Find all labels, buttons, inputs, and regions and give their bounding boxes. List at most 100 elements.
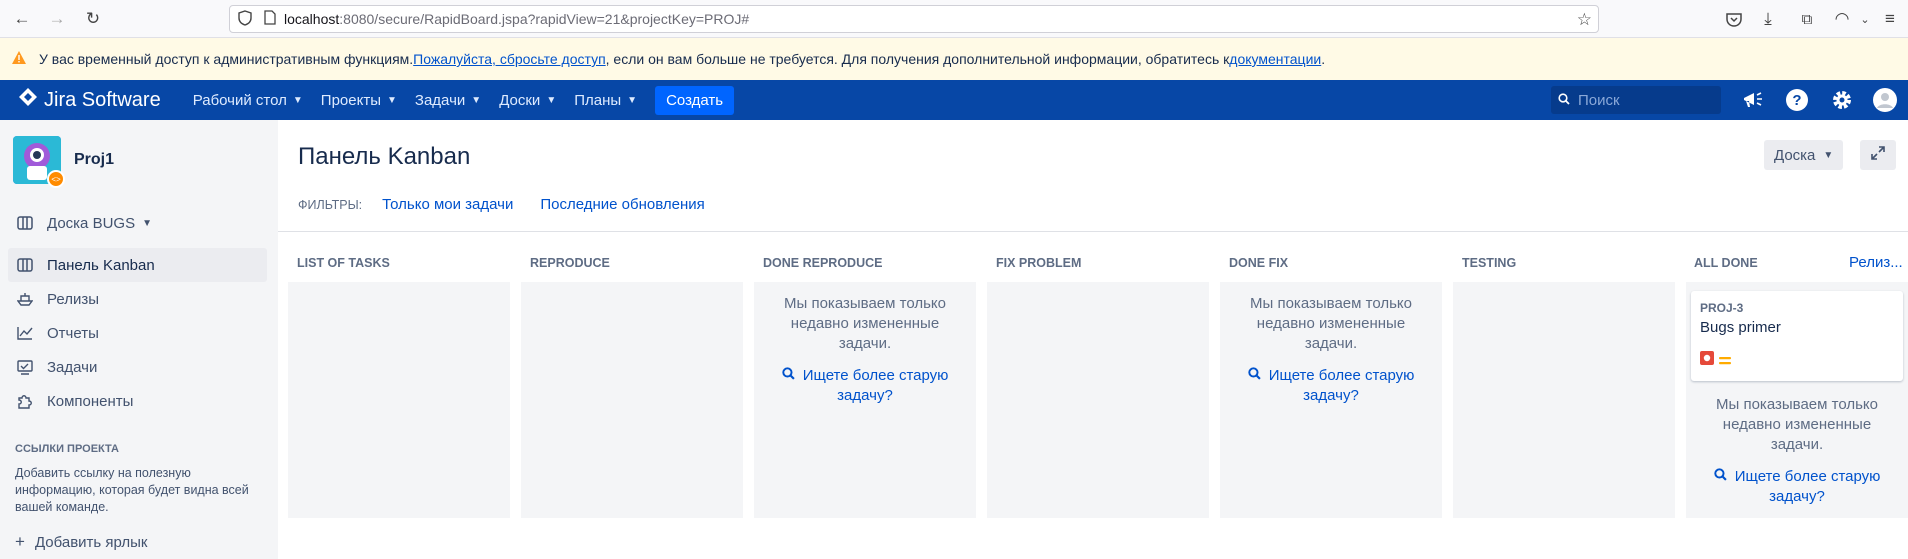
sidebar-item-kanban-board[interactable]: Панель Kanban [8,248,267,282]
issue-card[interactable]: PROJ-3 Bugs primer [1691,291,1903,381]
nav-label: Доски [499,91,541,109]
chevron-down-icon[interactable]: ⌄ [1855,9,1875,29]
download-icon[interactable]: ⤓ [1758,9,1778,29]
older-issues-link[interactable]: Ищете более старую задачу? [754,366,976,406]
board-menu-label: Доска [1774,146,1816,164]
banner-text-after: . [1321,51,1326,67]
board-selector-label: Доска BUGS [47,214,136,232]
nav-plans[interactable]: Планы ▼ [574,92,637,109]
jira-logo[interactable]: Jira Software [18,87,161,113]
older-issues-link[interactable]: Ищете более старую задачу? [1220,366,1442,406]
filter-recently-updated[interactable]: Последние обновления [540,196,704,213]
nav-label: Планы [574,91,622,109]
project-links-description: Добавить ссылку на полезную информацию, … [15,466,249,514]
jira-header: Jira Software Рабочий стол ▼ Проекты ▼ Зад… [0,80,1908,120]
nav-label: Рабочий стол [192,91,287,109]
admin-warning-banner: У вас временный доступ к административны… [0,38,1908,80]
column-done-fix: Мы показываем только недавно измененные … [1220,282,1442,518]
shield-icon [238,9,252,29]
column-list-of-tasks [288,282,510,518]
documentation-link[interactable]: документации [1229,51,1321,67]
board-icon [15,258,35,272]
older-issues-label: Ищете более старую задачу? [1268,367,1415,404]
sidebar-item-reports[interactable]: Отчеты [8,316,267,350]
browser-toolbar: ← → ↻ localhost:8080/secure/RapidBoard.j… [0,0,1908,38]
bookmark-star-icon[interactable]: ☆ [1577,10,1592,30]
add-shortcut-button[interactable]: + Добавить ярлык [15,532,147,552]
sidebar-item-releases[interactable]: Релизы [8,282,267,316]
user-avatar-icon[interactable] [1873,88,1897,112]
project-name: Proj1 [74,151,115,168]
board-main: Панель Kanban Доска ▼ ФИЛЬТРЫ: Только мо… [278,120,1908,559]
chevron-down-icon: ▼ [546,94,557,106]
settings-gear-icon[interactable] [1830,88,1854,112]
filter-only-my-issues[interactable]: Только мои задачи [382,196,513,213]
board-menu-button[interactable]: Доска ▼ [1764,140,1844,170]
project-links-title: ССЫЛКИ ПРОЕКТА [15,443,120,455]
sidebar-item-issues[interactable]: Задачи [8,350,267,384]
nav-projects[interactable]: Проекты ▼ [321,92,397,109]
back-icon[interactable]: ← [12,9,32,29]
chart-icon [15,326,35,340]
sidebar-item-components[interactable]: Компоненты [8,384,267,418]
pocket-icon[interactable] [1724,9,1744,29]
sidebar-item-label: Компоненты [47,392,134,410]
column-done-reproduce: Мы показываем только недавно измененные … [754,282,976,518]
chevron-down-icon: ▼ [627,94,638,106]
column-all-done: PROJ-3 Bugs primer Мы показываем только … [1686,282,1908,518]
column-header-list-of-tasks: LIST OF TASKS [297,256,390,270]
warning-icon [12,51,26,67]
sidebar-item-label: Панель Kanban [47,256,155,274]
add-shortcut-label: Добавить ярлык [34,533,148,551]
column-fix-problem [987,282,1209,518]
column-header-testing: TESTING [1462,256,1517,270]
chevron-down-icon: ▼ [142,217,152,229]
older-issues-link[interactable]: Ищете более старую задачу? [1686,467,1908,507]
nav-label: Проекты [320,91,381,109]
sidebar-item-label: Релизы [47,290,99,308]
priority-medium-icon [1719,353,1731,371]
nav-label: Задачи [414,91,466,109]
search-placeholder: Поиск [1578,91,1620,109]
column-reproduce [521,282,743,518]
drop-access-link[interactable]: Пожалуйста, сбросьте доступ [413,51,605,67]
chevron-down-icon: ▼ [1823,149,1834,161]
issues-icon [15,359,35,375]
menu-icon[interactable]: ≡ [1880,9,1900,29]
url-text: localhost:8080/secure/RapidBoard.jspa?ra… [284,11,750,27]
logo-text: Jira Software [44,88,161,111]
forward-icon[interactable]: → [47,9,67,29]
nav-boards[interactable]: Доски ▼ [499,92,556,109]
column-header-all-done: ALL DONE [1694,256,1758,270]
megaphone-icon[interactable] [1741,88,1765,112]
extensions-icon[interactable]: ⧉ [1797,9,1817,29]
chevron-down-icon: ▼ [387,94,397,106]
page-icon [264,10,276,28]
issue-key: PROJ-3 [1700,301,1744,315]
create-button[interactable]: Создать [655,85,735,115]
project-header[interactable]: <> Proj1 [13,136,115,188]
older-issues-label: Ищете более старую задачу? [802,367,949,404]
help-icon[interactable]: ? [1785,88,1809,112]
release-link[interactable]: Релиз... [1849,254,1903,271]
search-icon [1247,367,1265,384]
fullscreen-button[interactable] [1860,140,1896,170]
search-icon [1558,92,1570,109]
banner-text-before: У вас временный доступ к административны… [39,51,414,67]
chevron-down-icon: ▼ [292,94,303,106]
project-sidebar: <> Proj1 Доска BUGS ▼ Панель Kanban Рели… [0,120,278,559]
recent-issues-message: Мы показываем только недавно измененные … [1250,295,1412,352]
url-bar[interactable]: localhost:8080/secure/RapidBoard.jspa?ra… [229,5,1599,33]
search-input[interactable]: Поиск [1551,86,1721,114]
nav-dashboard[interactable]: Рабочий стол ▼ [193,92,303,109]
nav-issues[interactable]: Задачи ▼ [415,92,481,109]
quick-filters: ФИЛЬТРЫ: Только мои задачи Последние обн… [298,196,732,213]
sidebar-item-label: Задачи [47,358,98,376]
banner-text-middle: , если он вам больше не требуется. Для п… [605,51,1230,67]
bug-type-icon [1700,351,1714,370]
puzzle-icon [15,393,35,409]
project-type-badge-icon: <> [47,170,65,188]
board-selector[interactable]: Доска BUGS ▼ [8,206,267,240]
reload-icon[interactable]: ↻ [83,9,103,29]
profile-icon[interactable]: ◠ [1832,9,1852,29]
